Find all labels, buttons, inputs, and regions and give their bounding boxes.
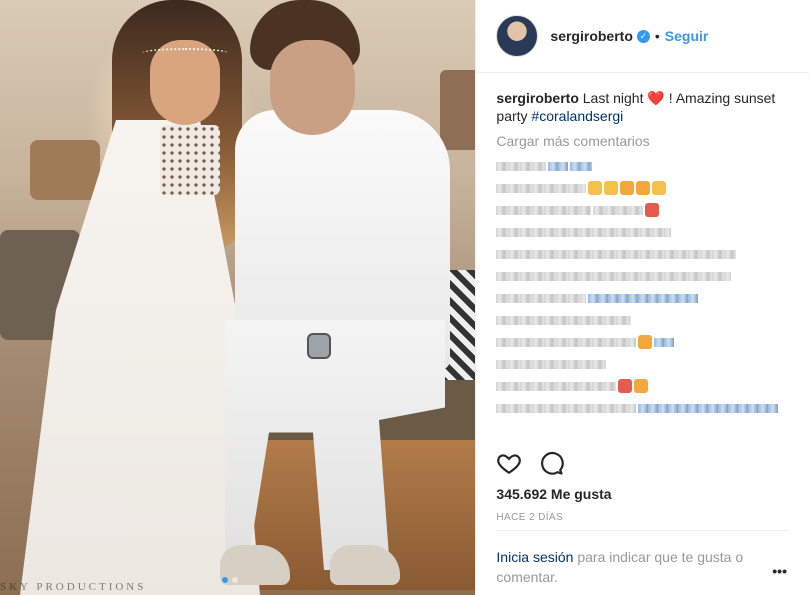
heart-icon[interactable] xyxy=(496,450,522,476)
post-header: sergiroberto ✓ • Seguir xyxy=(476,0,809,73)
comment-icon[interactable] xyxy=(538,450,565,476)
comment-row xyxy=(496,397,789,419)
more-options-icon[interactable]: ••• xyxy=(772,563,787,579)
comment-row xyxy=(496,221,789,243)
man-face xyxy=(270,40,355,135)
pixelated-emoji xyxy=(634,379,649,393)
pixelated-comment xyxy=(496,183,587,193)
comment-row xyxy=(496,265,789,287)
pixelated-emoji xyxy=(645,203,660,217)
pixelated-comment xyxy=(638,403,779,413)
carousel-dot[interactable] xyxy=(232,577,238,583)
wristwatch xyxy=(307,333,331,359)
comment-row xyxy=(496,177,789,199)
caption-username[interactable]: sergiroberto xyxy=(496,90,578,106)
load-more-comments-button[interactable]: Cargar más comentarios xyxy=(496,133,789,149)
headband xyxy=(142,48,228,58)
pixelated-comment xyxy=(496,205,592,215)
likes-count[interactable]: 345.692 Me gusta xyxy=(496,486,611,502)
pixelated-comment xyxy=(654,337,675,347)
avatar[interactable] xyxy=(496,15,539,57)
comment-row xyxy=(496,331,789,353)
comment-row xyxy=(496,309,789,331)
pixelated-emoji xyxy=(588,181,603,195)
photo-watermark: SKY PRODUCTIONS xyxy=(0,581,147,593)
pixelated-emoji xyxy=(620,181,635,195)
pixelated-comment xyxy=(496,271,732,281)
pixelated-comment xyxy=(496,249,737,259)
header-separator: • xyxy=(654,28,660,44)
pixelated-emoji xyxy=(636,181,651,195)
pixelated-comment xyxy=(496,293,587,303)
comments-section: sergiroberto Last night ❤️ ! Amazing sun… xyxy=(476,73,809,449)
carousel-dot-active[interactable] xyxy=(222,577,228,583)
pixelated-comment xyxy=(496,315,632,325)
pixelated-comment xyxy=(548,161,569,171)
pixelated-comment xyxy=(496,161,547,171)
post-sidebar: sergiroberto ✓ • Seguir sergiroberto Las… xyxy=(475,0,809,595)
pixelated-comment xyxy=(496,337,637,347)
pixelated-comment xyxy=(496,227,672,237)
carousel-indicator xyxy=(222,577,238,583)
header-username[interactable]: sergiroberto xyxy=(550,28,632,44)
caption-text-start: Last night xyxy=(582,90,644,106)
pixelated-emoji xyxy=(638,335,653,349)
pixelated-comment xyxy=(496,403,637,413)
divider xyxy=(496,530,789,531)
post-photo[interactable]: SKY PRODUCTIONS xyxy=(0,0,476,595)
pixelated-emoji xyxy=(604,181,619,195)
comment-row xyxy=(496,287,789,309)
follow-button[interactable]: Seguir xyxy=(665,28,709,44)
pixelated-comment xyxy=(496,381,617,391)
comment-row xyxy=(496,243,789,265)
pillow xyxy=(440,70,476,150)
heart-emoji: ❤️ xyxy=(647,90,665,106)
post-caption: sergiroberto Last night ❤️ ! Amazing sun… xyxy=(496,89,789,125)
pixelated-comment xyxy=(593,205,644,215)
login-prompt: Inicia sesión para indicar que te gusta … xyxy=(496,547,761,587)
pixelated-emoji xyxy=(652,181,667,195)
instagram-post: SKY PRODUCTIONS sergiroberto ✓ • Seguir … xyxy=(0,0,809,595)
comment-row xyxy=(496,375,789,397)
verified-badge-icon: ✓ xyxy=(636,29,650,43)
caption-hashtag[interactable]: #coralandsergi xyxy=(531,108,623,124)
pixelated-comment xyxy=(570,161,593,171)
comment-row xyxy=(496,353,789,375)
dress-lace xyxy=(160,125,220,195)
login-link[interactable]: Inicia sesión xyxy=(496,549,573,565)
pixelated-emoji xyxy=(618,379,633,393)
pixelated-comment xyxy=(496,359,607,369)
comment-row xyxy=(496,155,789,177)
cushion xyxy=(30,140,100,200)
post-actions xyxy=(496,450,565,476)
comment-row xyxy=(496,199,789,221)
post-timestamp[interactable]: HACE 2 DÍAS xyxy=(496,512,563,523)
pixelated-comment xyxy=(588,293,699,303)
